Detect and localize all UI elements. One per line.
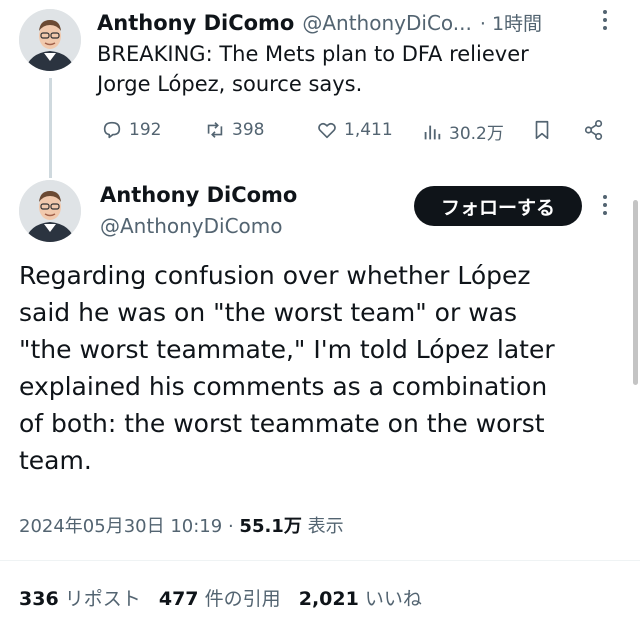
tweet-text-line: "the worst teammate," I'm told López lat…: [19, 335, 555, 364]
author-handle[interactable]: @AnthonyDiCo...: [302, 11, 472, 35]
tweet-timestamp[interactable]: 2024年05月30日 10:19: [19, 516, 222, 537]
tweet-time[interactable]: · 1時間: [480, 9, 542, 36]
quotes-label: 件の引用: [204, 588, 281, 610]
tweet-text-line: team.: [19, 446, 92, 475]
likes-label: いいね: [364, 588, 422, 610]
repost-icon: [207, 122, 223, 138]
engagement-stats: 336 リポスト 477 件の引用 2,021 いいね: [19, 584, 422, 611]
reply-count: 192: [129, 120, 162, 140]
views-count: 55.1万: [239, 516, 302, 537]
author-name[interactable]: Anthony DiComo: [97, 11, 294, 35]
bookmark-icon: [535, 120, 549, 140]
scrollbar[interactable]: [633, 200, 638, 385]
reposts-label: リポスト: [64, 588, 141, 610]
share-button[interactable]: [583, 119, 605, 141]
reply-button[interactable]: 192: [101, 119, 161, 141]
likes-stat[interactable]: 2,021 いいね: [299, 588, 422, 610]
more-icon[interactable]: [600, 8, 610, 37]
avatar[interactable]: [19, 9, 81, 71]
avatar-image: [19, 180, 81, 242]
likes-count: 2,021: [298, 588, 359, 610]
reposts-count: 336: [19, 588, 59, 610]
tweet-text-line: Jorge López, source says.: [97, 72, 363, 96]
repost-count: 398: [232, 120, 265, 140]
quotes-count: 477: [158, 588, 199, 610]
avatar[interactable]: [19, 180, 81, 242]
like-button[interactable]: 1,411: [316, 119, 393, 141]
meta-separator: ·: [227, 516, 234, 537]
quotes-stat[interactable]: 477 件の引用: [159, 588, 281, 610]
views-button[interactable]: 30.2万: [421, 119, 504, 144]
more-icon[interactable]: [600, 193, 610, 222]
tweet-text-line: of both: the worst teammate on the worst: [19, 409, 545, 438]
author-name[interactable]: Anthony DiComo: [100, 183, 297, 207]
follow-button[interactable]: フォローする: [414, 186, 582, 226]
reposts-stat[interactable]: 336 リポスト: [19, 588, 141, 610]
share-icon: [584, 120, 603, 140]
views-count: 30.2万: [449, 124, 504, 144]
tweet-meta: 2024年05月30日 10:19 · 55.1万 表示: [19, 512, 344, 538]
avatar-image: [19, 9, 81, 71]
repost-button[interactable]: 398: [204, 119, 264, 141]
tweet-text-line: Regarding confusion over whether López: [19, 261, 531, 290]
reply-icon: [103, 121, 121, 139]
views-label: 表示: [307, 516, 344, 537]
bookmark-button[interactable]: [531, 119, 553, 141]
tweet-text: Regarding confusion over whether López s…: [19, 257, 629, 479]
author-handle[interactable]: @AnthonyDiComo: [100, 214, 283, 238]
tweet-text-line: BREAKING: The Mets plan to DFA reliever: [97, 42, 529, 66]
views-icon: [424, 125, 441, 139]
tweet-text-line: explained his comments as a combination: [19, 372, 548, 401]
divider: [0, 560, 640, 561]
like-count: 1,411: [344, 120, 393, 140]
tweet-text-line: said he was on "the worst team" or was: [19, 298, 517, 327]
like-icon: [318, 122, 336, 139]
thread-line: [49, 78, 52, 178]
